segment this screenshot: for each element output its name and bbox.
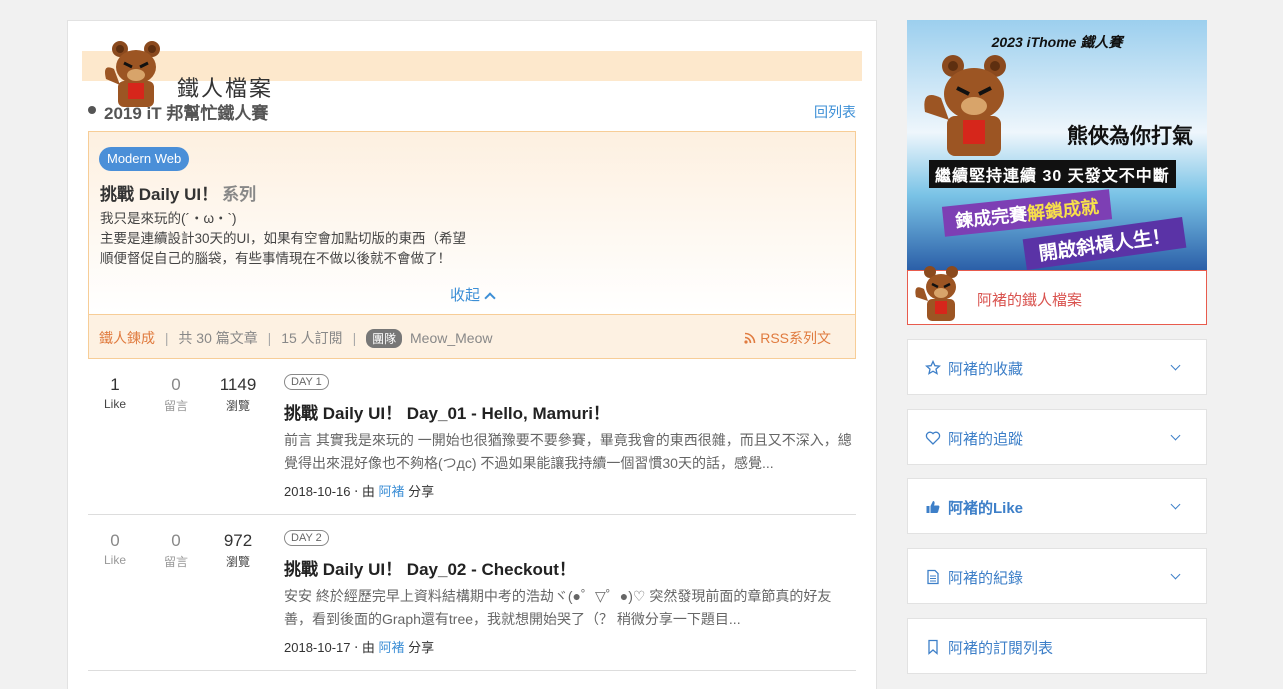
series-footer: 鐵人鍊成 | 共 30 篇文章 | 15 人訂閱 | 團隊 Meow_Meow …	[89, 314, 855, 358]
banner-slogan: 熊俠為你打氣	[1067, 125, 1193, 148]
sidebar-item-records[interactable]: 阿褚的紀錄	[907, 548, 1207, 604]
comment-label: 留言	[163, 399, 188, 413]
bookmark-icon	[928, 639, 938, 655]
profile-link-label: 阿褚的鐵人檔案	[977, 292, 1083, 309]
chevron-down-icon	[1170, 430, 1181, 441]
banner-subtitle: 繼續堅持連續 30 天發文不中斷	[929, 160, 1176, 188]
description-line: 主要是連續設計30天的UI，如果有空會加點切版的東西（希望	[100, 231, 467, 246]
rss-series-link[interactable]: RSS系列文	[744, 328, 831, 348]
comment-label: 留言	[163, 555, 188, 569]
chevron-down-icon	[1170, 569, 1181, 580]
series-title-suffix: 系列	[222, 185, 257, 204]
sidebar-item-label: 阿褚的追蹤	[948, 431, 1024, 448]
sidebar-item-favorites[interactable]: 阿褚的收藏	[907, 339, 1207, 395]
sidebar-item-label: 阿褚的紀錄	[948, 570, 1024, 587]
share-label: 分享	[408, 640, 435, 655]
view-label: 瀏覽	[225, 555, 250, 569]
separator: |	[267, 330, 272, 346]
profile-header: 鐵人檔案	[82, 41, 862, 107]
day-badge: DAY 1	[284, 374, 329, 390]
collapse-button[interactable]: 收起	[89, 284, 855, 305]
description-line: 順便督促自己的腦袋，有些事情現在不做以後就不會做了！	[100, 251, 451, 266]
view-stat: 972 瀏覽	[213, 531, 263, 570]
star-icon	[925, 360, 941, 375]
series-header: 2019 iT 邦幫忙鐵人賽 回列表	[88, 99, 856, 123]
chevron-up-icon	[484, 292, 496, 304]
ironman-banner-ad[interactable]: 2023 iThome 鐵人賽 熊俠為你打氣 繼續堅持連續 30 天發文不中斷 …	[907, 20, 1207, 270]
article-meta: 2018-10-16 ‧ 由 阿褚 分享	[284, 481, 434, 500]
view-label: 瀏覽	[225, 399, 250, 413]
completion-status: 鐵人鍊成	[99, 330, 155, 346]
back-to-list-link[interactable]: 回列表	[814, 102, 856, 122]
like-label: Like	[103, 553, 126, 567]
article-item: 1 Like 0 留言 1149 瀏覽 DAY 1 挑戰 Daily UI！ D…	[88, 359, 856, 515]
series-description: 我只是來玩的(´・ω・`) 主要是連續設計30天的UI，如果有空會加點切版的東西…	[100, 209, 466, 269]
by-label: ‧ 由	[354, 484, 375, 499]
category-tag[interactable]: Modern Web	[99, 147, 190, 171]
like-stat: 0 Like	[90, 531, 140, 567]
rss-icon	[744, 332, 756, 344]
article-title-link[interactable]: 挑戰 Daily UI！ Day_02 - Checkout！	[284, 555, 576, 580]
day-badge: DAY 2	[284, 530, 329, 546]
subscriber-count: 15 人訂閱	[281, 330, 343, 346]
comment-stat: 0 留言	[151, 531, 201, 570]
banner-ribbon-1-a: 鍊成完賽	[954, 204, 1029, 232]
bear-mascot-icon	[915, 266, 958, 321]
view-count: 1149	[219, 375, 257, 394]
document-icon	[927, 569, 939, 585]
author-link[interactable]: 阿褚	[379, 640, 405, 655]
thumbs-up-icon	[926, 501, 940, 513]
separator: |	[352, 330, 357, 346]
article-item: 0 Like 0 留言 972 瀏覽 DAY 2 挑戰 Daily UI！ Da…	[88, 515, 856, 671]
sidebar-item-subscriptions[interactable]: 阿褚的訂閱列表	[907, 618, 1207, 674]
series-title-text: 挑戰 Daily UI！	[100, 185, 219, 204]
like-count: 1	[110, 375, 120, 394]
team-name[interactable]: Meow_Meow	[410, 330, 492, 346]
sidebar-item-following[interactable]: 阿褚的追蹤	[907, 409, 1207, 465]
heart-icon	[925, 431, 941, 445]
bear-mascot-icon	[924, 55, 1006, 156]
banner-ribbon-1-b: 解鎖成就	[1026, 196, 1100, 224]
team-badge: 團隊	[366, 329, 403, 348]
article-title-link[interactable]: 挑戰 Daily UI！ Day_01 - Hello, Mamuri！	[284, 399, 610, 424]
rss-label: RSS系列文	[760, 330, 831, 346]
bullet-dot-icon	[88, 106, 96, 114]
bear-mascot-icon	[105, 41, 160, 107]
by-label: ‧ 由	[354, 640, 375, 655]
separator: |	[164, 330, 169, 346]
article-count: 共 30 篇文章	[178, 330, 258, 346]
chevron-down-icon	[1170, 499, 1181, 510]
like-count: 0	[110, 531, 120, 550]
contest-title: 2019 iT 邦幫忙鐵人賽	[104, 104, 269, 123]
view-stat: 1149 瀏覽	[213, 375, 263, 414]
main-card: 鐵人檔案 2019 iT 邦幫忙鐵人賽 回列表 Modern Web 挑戰 Da…	[67, 20, 877, 689]
article-excerpt: 前言 其實我是來玩的 一開始也很猶豫要不要參賽，畢竟我會的東西很雜，而且又不深入…	[284, 432, 852, 471]
like-label: Like	[103, 397, 126, 411]
article-date: 2018-10-16	[284, 484, 351, 499]
sidebar-item-label: 阿褚的訂閱列表	[948, 640, 1054, 657]
banner-heading: 2023 iThome 鐵人賽	[991, 34, 1123, 50]
article-date: 2018-10-17	[284, 640, 351, 655]
comment-count: 0	[171, 375, 181, 394]
comment-stat: 0 留言	[151, 375, 201, 414]
series-title[interactable]: 挑戰 Daily UI！ 系列	[100, 180, 256, 205]
sidebar-item-likes[interactable]: 阿褚的Like	[907, 478, 1207, 534]
article-meta: 2018-10-17 ‧ 由 阿褚 分享	[284, 637, 434, 656]
ironman-profile-link[interactable]: 阿褚的鐵人檔案	[907, 266, 1207, 325]
chevron-down-icon	[1170, 360, 1181, 371]
series-stats: 鐵人鍊成 | 共 30 篇文章 | 15 人訂閱 | 團隊 Meow_Meow	[99, 328, 492, 348]
sidebar-item-label: 阿褚的Like	[948, 500, 1024, 517]
author-link[interactable]: 阿褚	[379, 484, 405, 499]
comment-count: 0	[171, 531, 181, 550]
sidebar-item-label: 阿褚的收藏	[948, 361, 1024, 378]
series-info-box: Modern Web 挑戰 Daily UI！ 系列 我只是來玩的(´・ω・`) …	[88, 131, 856, 359]
share-label: 分享	[408, 484, 435, 499]
description-line: 我只是來玩的(´・ω・`)	[100, 211, 237, 226]
collapse-label: 收起	[449, 287, 480, 304]
view-count: 972	[223, 531, 253, 550]
article-excerpt: 安安 終於經歷完早上資料結構期中考的浩劫ヾ(●゜▽゜●)♡ 突然發現前面的章節真…	[284, 588, 832, 627]
like-stat: 1 Like	[90, 375, 140, 411]
